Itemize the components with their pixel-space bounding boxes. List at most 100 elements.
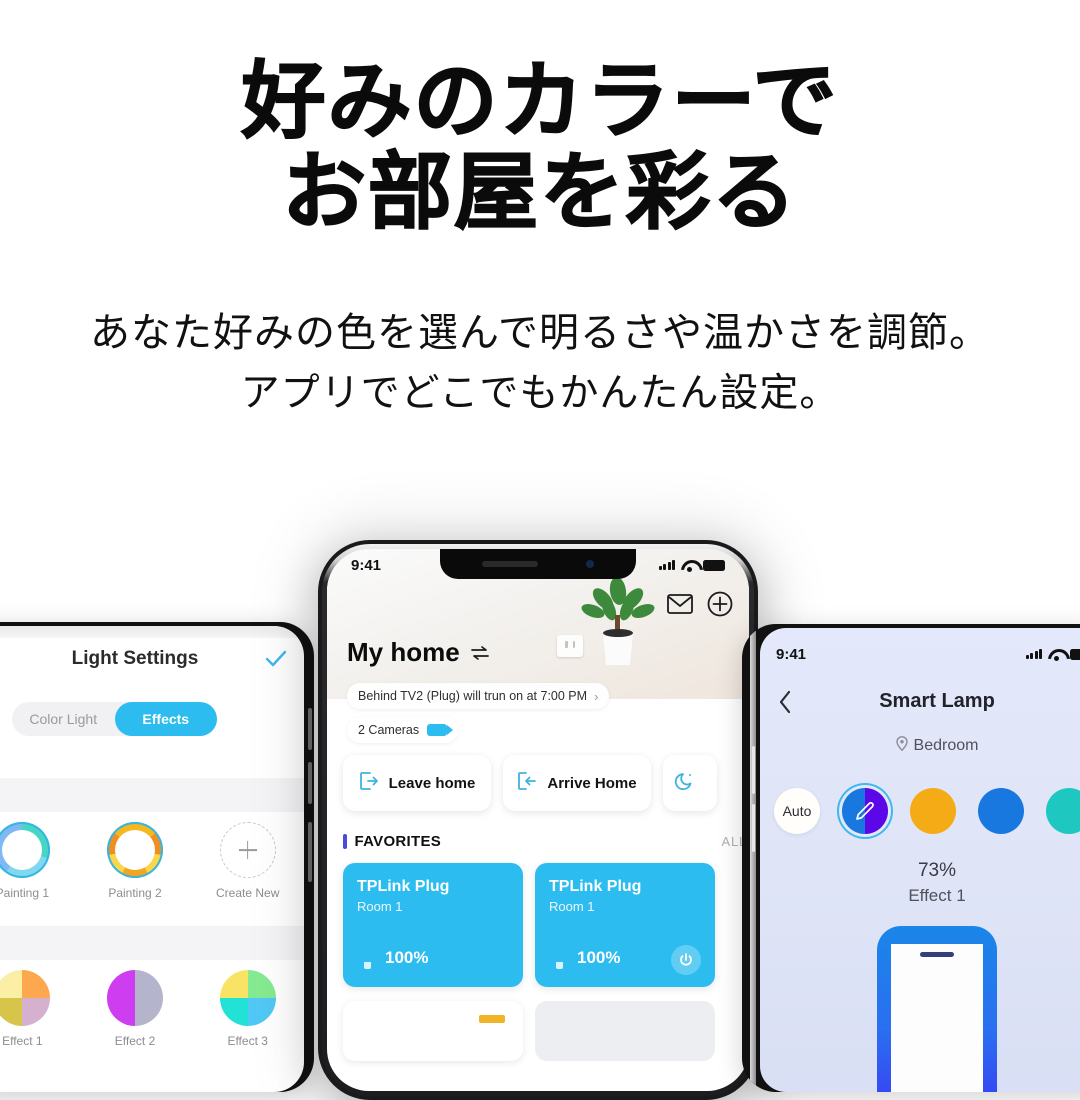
preset-painting-2[interactable]: Painting 2	[79, 822, 192, 900]
swatch-custom-selected[interactable]	[842, 788, 888, 834]
lamp-graphic[interactable]	[877, 926, 997, 1092]
power-icon[interactable]	[671, 945, 701, 975]
preset-label: Effect 1	[2, 1034, 43, 1048]
effects-row-1: Painting 1 Painting 2 Create New	[0, 822, 304, 900]
create-new-preset[interactable]: Create New	[191, 822, 304, 900]
device-brightness: 100%	[577, 948, 621, 967]
chevron-right-icon: ›	[594, 688, 599, 704]
device-brightness: 100%	[385, 948, 429, 967]
scene-arrive-home[interactable]: Arrive Home	[503, 755, 651, 811]
swatch-label: Auto	[782, 803, 812, 819]
scene-label: Arrive Home	[547, 774, 637, 792]
active-effect-label: Effect 1	[908, 886, 966, 905]
scene-night-mode[interactable]	[663, 755, 717, 811]
secondary-card-row	[343, 1001, 715, 1061]
device-card-partial[interactable]	[535, 1001, 715, 1061]
tab-color-light[interactable]: Color Light	[12, 702, 115, 736]
accent-strip	[479, 1015, 505, 1023]
wall-outlet	[557, 635, 583, 657]
home-title-row[interactable]: My home	[347, 637, 490, 668]
scene-shortcut-row: Leave home Arrive Home	[343, 755, 717, 811]
right-status-bar: 9:41	[760, 645, 1080, 663]
volume-up-button[interactable]	[752, 746, 755, 794]
left-phone-device: Light Settings Color Light Effects NT Pa…	[0, 622, 314, 1092]
plus-circle-icon[interactable]	[707, 591, 733, 622]
favorites-header: FAVORITES ALL	[343, 833, 749, 850]
subheadline-line-2: アプリでどこでもかんたん設定。	[240, 370, 840, 416]
light-mode-segmented-control[interactable]: Color Light Effects	[12, 702, 217, 736]
device-room-label: Bedroom	[913, 737, 979, 754]
section-header-recent-2: NT	[0, 926, 304, 960]
preset-effect-1[interactable]: Effect 1	[0, 970, 79, 1048]
leave-home-icon	[359, 771, 379, 795]
device-name: TPLink Plug	[357, 878, 450, 895]
check-icon[interactable]	[264, 648, 288, 670]
color-swatch-row: Auto	[774, 788, 1080, 834]
favorites-label: FAVORITES	[354, 833, 442, 850]
swatch-auto[interactable]: Auto	[774, 788, 820, 834]
switch-home-icon[interactable]	[470, 637, 490, 668]
volume-down-button[interactable]	[752, 804, 755, 852]
favorites-accent-bar	[343, 834, 347, 849]
device-card-partial[interactable]	[343, 1001, 523, 1061]
subheadline-line-1: あなた好みの色を選んで明るさや温かさを調節。	[90, 310, 990, 356]
wifi-icon	[1048, 648, 1064, 661]
cameras-text: 2 Cameras	[358, 723, 420, 737]
device-card[interactable]: TPLink Plug Room 1 100%	[343, 863, 523, 987]
phone-notch	[440, 549, 636, 579]
wifi-icon	[681, 559, 697, 572]
power-button[interactable]	[308, 822, 312, 882]
mail-icon[interactable]	[667, 594, 693, 619]
disc-warm-icon	[0, 970, 51, 1026]
left-phone-screen: Light Settings Color Light Effects NT Pa…	[0, 626, 304, 1092]
preset-label: Create New	[216, 886, 280, 900]
device-card[interactable]: TPLink Plug Room 1 100%	[535, 863, 715, 987]
status-time: 9:41	[351, 556, 382, 574]
sheet-top-edge	[0, 626, 304, 638]
device-room-row: Bedroom	[760, 736, 1080, 756]
preset-label: Painting 2	[108, 886, 162, 900]
device-name: TPLink Plug	[549, 878, 642, 895]
plant-photo	[581, 577, 655, 665]
swatch-orange[interactable]	[910, 788, 956, 834]
cellular-icon	[1025, 649, 1042, 659]
preset-painting-1[interactable]: Painting 1	[0, 822, 79, 900]
cameras-pill[interactable]: 2 Cameras	[347, 717, 459, 743]
volume-up-button[interactable]	[308, 708, 312, 750]
device-room: Room 1	[357, 899, 403, 915]
device-status: 100%	[357, 945, 428, 971]
disc-cool-icon	[219, 970, 276, 1026]
headline-line-1: 好みのカラーで	[241, 52, 839, 150]
scene-leave-home[interactable]: Leave home	[343, 755, 491, 811]
favorites-card-grid: TPLink Plug Room 1 100% TPLink Plug Room…	[343, 863, 715, 987]
swatch-teal[interactable]	[1046, 788, 1080, 834]
phone-frame-edge	[750, 624, 756, 1092]
preset-effect-2[interactable]: Effect 2	[79, 970, 192, 1048]
light-settings-title: Light Settings	[71, 648, 199, 669]
page-title: My home	[347, 637, 460, 667]
status-time: 9:41	[776, 645, 807, 663]
moon-icon	[674, 770, 696, 796]
headline-line-2: お部屋を彩る	[281, 142, 798, 241]
home-header-actions	[667, 591, 733, 622]
lamp-pane	[891, 944, 983, 1092]
location-pin-icon	[895, 736, 908, 756]
schedule-pill[interactable]: Behind TV2 (Plug) will trun on at 7:00 P…	[347, 683, 610, 709]
arrive-home-icon	[517, 771, 537, 795]
subheadline-block: あなた好みの色を選んで明るさや温かさを調節。 アプリでどこでもかんたん設定。	[0, 303, 1080, 423]
disc-purple-icon	[107, 970, 163, 1026]
device-status: 100%	[549, 945, 620, 971]
ring-gradient-cool-icon	[0, 822, 51, 878]
right-phone-device: 9:41 Smart Lamp Bedroom Auto 73% Effect …	[742, 624, 1080, 1092]
preset-effect-3[interactable]: Effect 3	[191, 970, 304, 1048]
scene-label: Leave home	[388, 774, 476, 792]
volume-down-button[interactable]	[308, 762, 312, 804]
bulb-icon	[357, 945, 377, 971]
swatch-blue[interactable]	[978, 788, 1024, 834]
preset-label: Painting 1	[0, 886, 50, 900]
brightness-value: 73%	[917, 860, 957, 881]
center-phone-device: 9:41 My home Behind TV2 (Plug) will trun…	[318, 540, 758, 1100]
pencil-icon	[853, 799, 877, 828]
schedule-text: Behind TV2 (Plug) will trun on at 7:00 P…	[358, 689, 588, 703]
tab-effects[interactable]: Effects	[114, 702, 217, 736]
